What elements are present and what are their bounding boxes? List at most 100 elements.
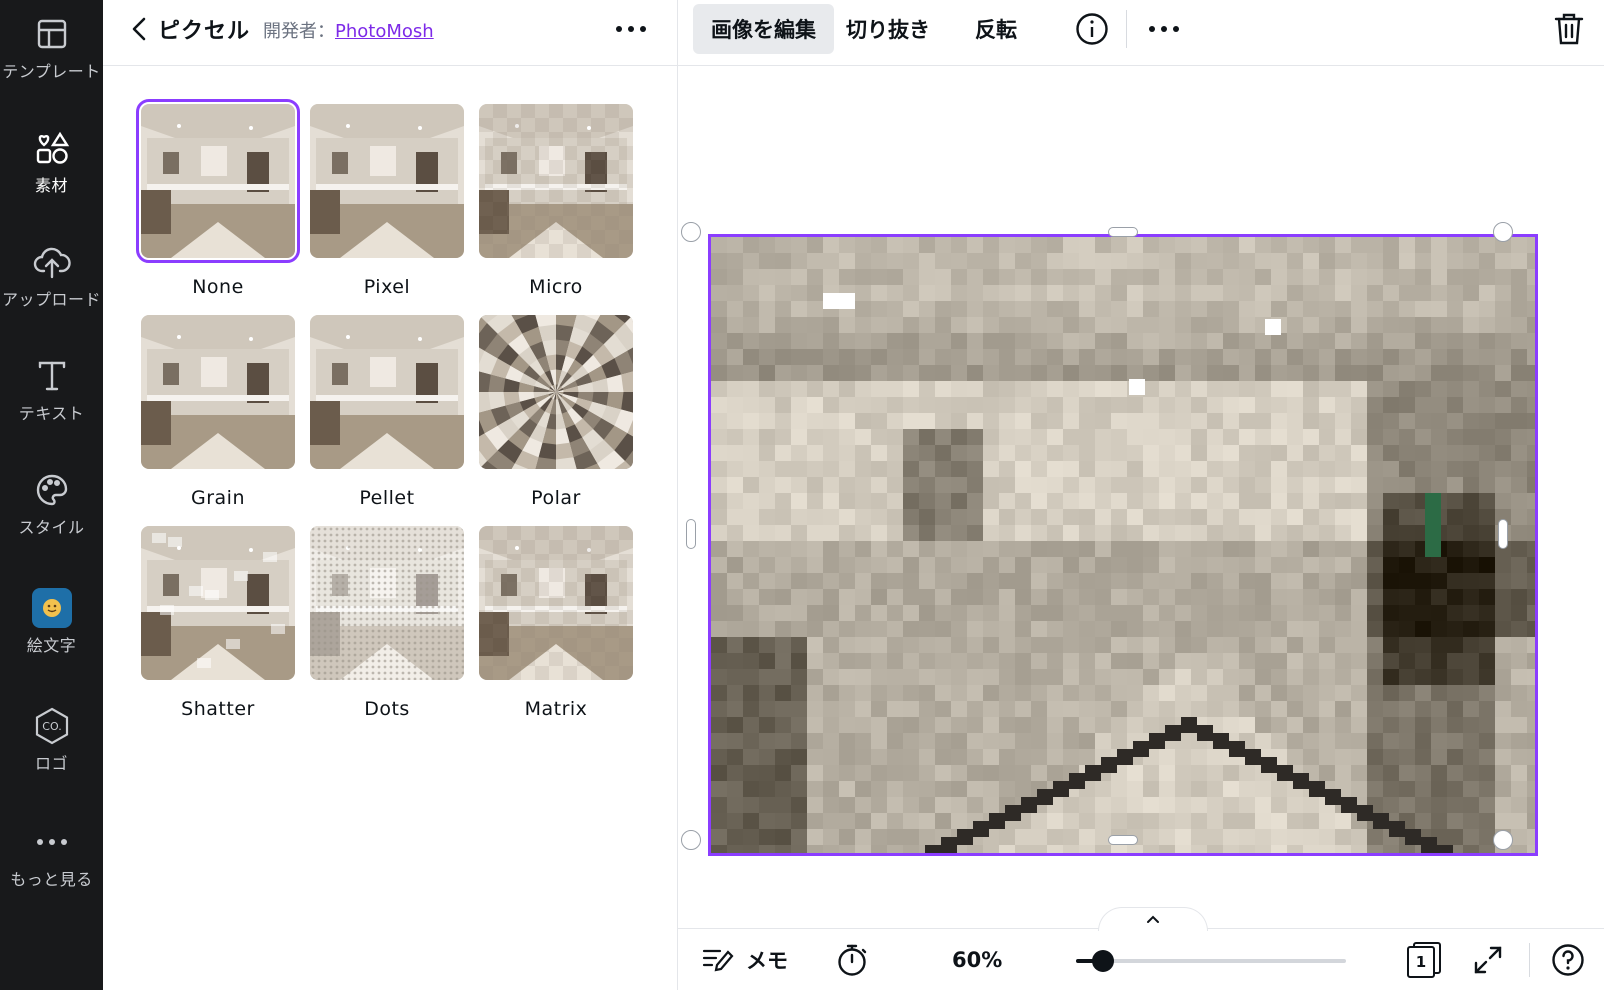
effect-thumbnail [141, 315, 295, 469]
panel-more-button[interactable] [609, 14, 653, 44]
effect-label: Grain [191, 487, 245, 509]
rail-item-text[interactable]: テキスト [0, 356, 103, 446]
resize-handle-bottom[interactable] [1108, 835, 1138, 845]
trash-icon [1554, 13, 1584, 45]
rail-label: もっと見る [10, 870, 93, 889]
developer-credit: 開発者：PhotoMosh [263, 17, 434, 43]
back-button[interactable] [125, 14, 153, 44]
expand-icon [1474, 946, 1502, 974]
pixelated-image[interactable] [711, 237, 1535, 853]
resize-handle-bottom-left[interactable] [681, 830, 701, 850]
edit-image-button[interactable]: 画像を編集 [693, 4, 834, 54]
shapes-icon [32, 128, 72, 168]
resize-handle-right[interactable] [1498, 519, 1508, 549]
page-count-button[interactable]: 1 [1407, 929, 1443, 990]
resize-handle-left[interactable] [686, 519, 696, 549]
effect-thumbnail [136, 99, 300, 263]
effects-panel: ピクセル 開発者：PhotoMosh None Pixel Micro Grain Pe… [103, 0, 678, 990]
rail-label: 素材 [34, 176, 68, 195]
notes-button[interactable]: メモ [702, 929, 788, 990]
toolbar-more-button[interactable] [1140, 4, 1188, 54]
context-toolbar: 画像を編集 切り抜き 反転 [678, 0, 1604, 66]
rail-item-elements[interactable]: 素材 [0, 128, 103, 218]
info-button[interactable] [1067, 4, 1117, 54]
effect-tile-pellet[interactable]: Pellet [309, 315, 465, 509]
effect-tile-pixel[interactable]: Pixel [309, 104, 465, 298]
zoom-slider-knob[interactable] [1092, 950, 1114, 972]
rail-item-uploads[interactable]: アップロード [0, 242, 103, 332]
crop-button[interactable]: 切り抜き [828, 4, 948, 54]
fullscreen-button[interactable] [1473, 929, 1503, 990]
zoom-label: 60% [952, 948, 1003, 972]
flip-button[interactable]: 反転 [957, 4, 1035, 54]
more-dots-icon [616, 26, 646, 32]
rail-item-styles[interactable]: スタイル [0, 470, 103, 560]
rail-item-logos[interactable]: CO. ロゴ [0, 706, 103, 796]
effect-label: Shatter [181, 698, 255, 720]
rail-label: ロゴ [34, 754, 68, 773]
info-icon [1076, 13, 1108, 45]
effect-tile-matrix[interactable]: Matrix [478, 526, 634, 720]
effect-thumbnail [479, 104, 633, 258]
effect-label: Polar [531, 487, 581, 509]
effect-tile-grain[interactable]: Grain [140, 315, 296, 509]
panel-title: ピクセル [158, 19, 251, 44]
panel-header: ピクセル 開発者：PhotoMosh [103, 0, 678, 66]
left-rail: テンプレート 素材 アップロード テキスト スタイル 絵文字 CO. ロゴ もっ… [0, 0, 103, 990]
notes-label: メモ [746, 949, 788, 973]
effect-tile-dots[interactable]: Dots [309, 526, 465, 720]
effect-label: Dots [364, 698, 410, 720]
timer-icon [838, 944, 867, 976]
emoji-app-icon [31, 588, 72, 628]
pixelated-photo [711, 237, 1535, 853]
delete-button[interactable] [1546, 4, 1592, 54]
cloud-upload-icon [32, 242, 72, 282]
rail-item-templates[interactable]: テンプレート [0, 14, 103, 104]
rail-label: テンプレート [2, 62, 101, 81]
zoom-slider[interactable] [1076, 950, 1346, 972]
rail-label: アップロード [1, 290, 101, 309]
collapse-pages-button[interactable] [1098, 907, 1208, 931]
effect-label: Matrix [524, 698, 588, 720]
effect-tile-shatter[interactable]: Shatter [140, 526, 296, 720]
effect-thumbnail [310, 526, 464, 680]
svg-text:CO.: CO. [42, 720, 61, 733]
rail-label: スタイル [18, 518, 85, 537]
bottombar-divider [1529, 943, 1530, 977]
selected-image[interactable] [708, 234, 1538, 856]
effect-label: Pellet [359, 487, 415, 509]
notes-icon [702, 949, 734, 972]
pages-icon: 1 [1407, 942, 1443, 978]
resize-handle-top-right[interactable] [1493, 222, 1513, 242]
effect-tile-polar[interactable]: Polar [478, 315, 634, 509]
bottom-bar: メモ 60% 1 [678, 907, 1604, 990]
effect-thumbnail [141, 526, 295, 680]
more-dots-icon [32, 822, 72, 862]
effect-label: Micro [529, 276, 583, 298]
chevron-left-icon [132, 17, 146, 41]
effect-tile-none[interactable]: None [136, 99, 300, 298]
effect-thumbnail [479, 526, 633, 680]
more-dots-icon [1149, 26, 1179, 32]
rail-item-emoji[interactable]: 絵文字 [0, 588, 103, 678]
effect-tile-micro[interactable]: Micro [478, 104, 634, 298]
help-button[interactable] [1551, 929, 1585, 990]
layout-icon [32, 14, 72, 54]
effect-label: None [192, 276, 244, 298]
timer-button[interactable] [836, 929, 868, 990]
toolbar-divider [1126, 10, 1127, 48]
rail-label: テキスト [18, 404, 85, 423]
editor-app: テンプレート 素材 アップロード テキスト スタイル 絵文字 CO. ロゴ もっ… [0, 0, 1604, 990]
resize-handle-top-left[interactable] [681, 222, 701, 242]
help-icon [1552, 944, 1584, 976]
page-count: 1 [1415, 953, 1427, 971]
developer-link[interactable]: PhotoMosh [335, 21, 434, 42]
effect-thumbnail [310, 315, 464, 469]
resize-handle-top[interactable] [1108, 227, 1138, 237]
zoom-value[interactable]: 60% [952, 929, 1002, 990]
resize-handle-bottom-right[interactable] [1493, 830, 1513, 850]
effect-label: Pixel [363, 276, 411, 298]
chevron-up-icon [1147, 915, 1159, 923]
design-canvas[interactable] [678, 66, 1604, 928]
rail-item-more[interactable]: もっと見る [0, 822, 103, 912]
